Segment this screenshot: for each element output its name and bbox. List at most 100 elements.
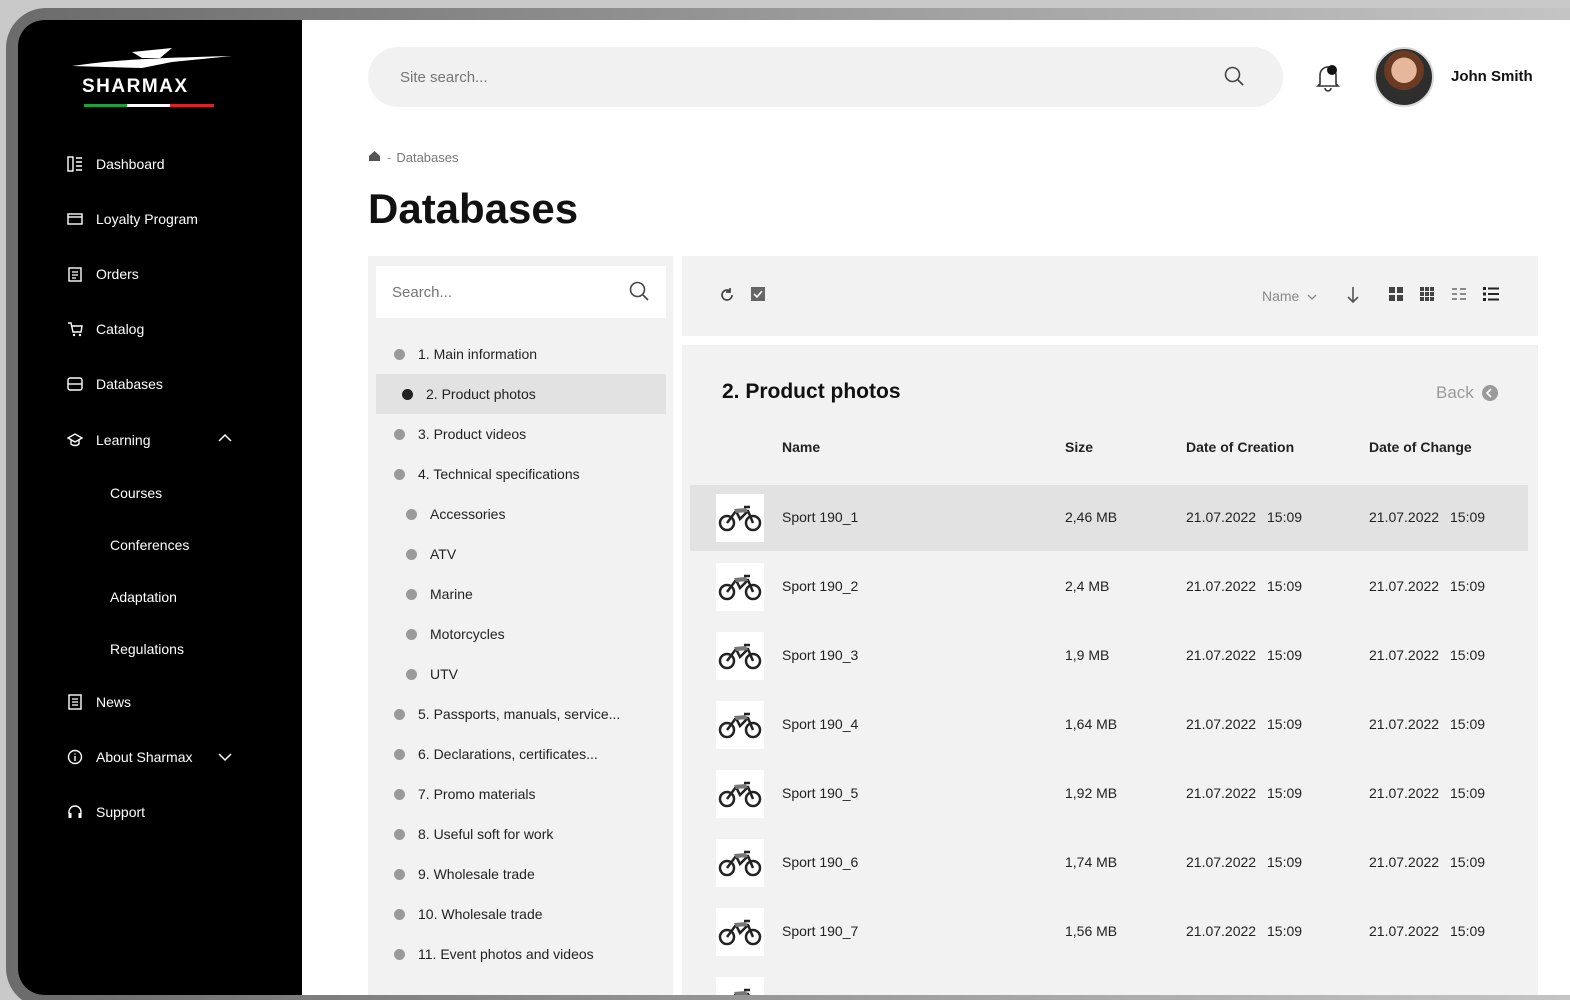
tree-item-label: 1. Main information — [418, 346, 538, 362]
user-name[interactable]: John Smith — [1451, 68, 1533, 85]
file-thumbnail[interactable] — [716, 563, 764, 611]
file-row[interactable]: Sport 190_4 1,64 MB 21.07.2022 15:09 21.07.2… — [690, 692, 1528, 758]
file-thumbnail[interactable] — [716, 977, 764, 995]
file-row[interactable]: Sport 190_2 2,4 MB 21.07.2022 15:09 21.07.20… — [690, 554, 1528, 620]
column-header-size[interactable]: Size — [1065, 439, 1093, 455]
sidebar-item-catalog[interactable]: Catalog — [66, 317, 144, 341]
file-thumbnail[interactable] — [716, 839, 764, 887]
sidebar-subitem-regulations[interactable]: Regulations — [110, 641, 184, 657]
change-date: 21.07.2022 — [1369, 647, 1440, 663]
tree-item[interactable]: Marine — [406, 574, 473, 614]
sidebar-subitem-conferences[interactable]: Conferences — [110, 537, 189, 553]
tree-item[interactable]: 10. Wholesale trade — [394, 894, 543, 934]
sidebar-item-dashboard[interactable]: Dashboard — [66, 152, 165, 176]
tree-item[interactable]: 4. Technical specifications — [394, 454, 580, 494]
tree-item[interactable]: 1. Main information — [394, 334, 537, 374]
sidebar: SHARMAX Dashboard Loyalty Program Orders — [18, 20, 302, 995]
column-header-date-change[interactable]: Date of Change — [1369, 439, 1472, 455]
file-thumbnail[interactable] — [716, 770, 764, 818]
file-size: 1,74 MB — [1065, 854, 1118, 870]
site-search-input[interactable] — [400, 68, 1180, 86]
detailed-list-view-icon[interactable] — [1482, 286, 1500, 307]
tree-item[interactable]: 8. Useful soft for work — [394, 814, 553, 854]
chevron-up-icon[interactable] — [218, 430, 232, 446]
sidebar-item-news[interactable]: News — [66, 690, 131, 714]
file-row[interactable]: Sport 190_1 2,46 MB 21.07.2022 15:09 21.07.2… — [690, 485, 1528, 551]
file-row[interactable]: Sport 190_6 1,74 MB 21.07.2022 15:09 21.07.2… — [690, 830, 1528, 896]
change-time: 15:09 — [1450, 647, 1486, 663]
column-header-name[interactable]: Name — [782, 439, 820, 455]
file-row[interactable]: Sport 190_5 1,92 MB 21.07.2022 15:09 21.07.2… — [690, 761, 1528, 827]
file-thumbnail[interactable] — [716, 701, 764, 749]
brand-logo[interactable]: SHARMAX — [72, 46, 232, 116]
sort-dropdown[interactable]: Name — [1262, 288, 1317, 304]
tree-item[interactable]: Motorcycles — [406, 614, 505, 654]
column-header-date-creation[interactable]: Date of Creation — [1186, 439, 1294, 455]
tree-item-label: 10. Wholesale trade — [418, 906, 543, 922]
refresh-icon[interactable] — [718, 286, 736, 309]
creation-date: 21.07.2022 — [1186, 578, 1257, 594]
notification-bell-icon[interactable] — [1314, 62, 1342, 97]
tree-item[interactable]: 9. Wholesale trade — [394, 854, 535, 894]
select-checkbox-icon[interactable] — [750, 286, 766, 307]
file-name: Sport 190_2 — [782, 578, 859, 594]
sidebar-item-label: Catalog — [96, 321, 145, 337]
tree-search-box[interactable] — [376, 266, 666, 318]
tree-item[interactable]: UTV — [406, 654, 458, 694]
sidebar-item-learning[interactable]: Learning — [66, 428, 151, 452]
home-icon[interactable] — [368, 150, 381, 165]
graduation-cap-icon — [66, 431, 84, 449]
sort-direction-arrow-icon[interactable] — [1346, 286, 1360, 309]
file-row[interactable]: Sport 190_8 1,8 MB 21.07.2022 15:09 21.07.20… — [690, 968, 1528, 995]
sidebar-subitem-courses[interactable]: Courses — [110, 485, 162, 501]
creation-time: 15:09 — [1267, 854, 1303, 870]
site-search-bar[interactable] — [368, 47, 1283, 107]
sidebar-item-orders[interactable]: Orders — [66, 262, 139, 286]
file-thumbnail[interactable] — [716, 494, 764, 542]
user-avatar[interactable] — [1374, 47, 1434, 107]
change-time: 15:09 — [1450, 509, 1486, 525]
sidebar-subitem-adaptation[interactable]: Adaptation — [110, 589, 177, 605]
tree-item[interactable]: Accessories — [406, 494, 505, 534]
tree-item[interactable]: 11. Event photos and videos — [394, 934, 594, 974]
sidebar-item-support[interactable]: Support — [66, 800, 145, 824]
bullet-icon — [406, 628, 417, 640]
breadcrumb: - Databases — [368, 150, 459, 165]
back-button[interactable]: Back — [1436, 383, 1498, 403]
motorcycle-image-icon — [718, 568, 762, 607]
file-toolbar: Name — [682, 256, 1538, 336]
tree-item[interactable]: 6. Declarations, certificates... — [394, 734, 598, 774]
file-name: Sport 190_7 — [782, 923, 859, 939]
change-time: 15:09 — [1450, 578, 1486, 594]
change-time: 15:09 — [1450, 992, 1485, 995]
sidebar-item-loyalty-program[interactable]: Loyalty Program — [66, 207, 198, 231]
tree-item-label: 2. Product photos — [426, 386, 536, 402]
file-size: 2,46 MB — [1065, 509, 1118, 525]
tree-item-label: 9. Wholesale trade — [418, 866, 535, 882]
compact-list-view-icon[interactable] — [1451, 286, 1467, 307]
tree-item[interactable]: 7. Promo materials — [394, 774, 535, 814]
sidebar-item-about-sharmax[interactable]: About Sharmax — [66, 745, 193, 769]
chevron-down-icon[interactable] — [218, 749, 232, 765]
file-thumbnail[interactable] — [716, 632, 764, 680]
small-grid-view-icon[interactable] — [1419, 286, 1435, 307]
large-grid-view-icon[interactable] — [1388, 286, 1404, 307]
tree-item[interactable]: ATV — [406, 534, 456, 574]
tree-item[interactable]: 2. Product photos — [376, 374, 666, 414]
sidebar-item-databases[interactable]: Databases — [66, 372, 163, 396]
file-thumbnail[interactable] — [716, 908, 764, 956]
tree-item-label: Accessories — [430, 506, 506, 522]
tree-item[interactable]: 3. Product videos — [394, 414, 526, 454]
search-icon[interactable] — [1223, 65, 1245, 92]
search-icon[interactable] — [628, 280, 650, 307]
file-list-panel: 2. Product photos Back Name Size Date of… — [682, 345, 1538, 995]
breadcrumb-separator: - — [387, 150, 392, 165]
tree-search-input[interactable] — [392, 283, 612, 301]
motorcycle-image-icon — [718, 637, 762, 676]
tree-item[interactable]: 5. Passports, manuals, service... — [394, 694, 620, 734]
file-row[interactable]: Sport 190_3 1,9 MB 21.07.2022 15:09 21.07.20… — [690, 623, 1528, 689]
sidebar-item-label: About Sharmax — [96, 749, 193, 765]
sidebar-item-label: Orders — [96, 266, 139, 282]
file-row[interactable]: Sport 190_7 1,56 MB 21.07.2022 15:09 21.07.2… — [690, 899, 1528, 965]
file-name: Sport 190_4 — [782, 716, 859, 732]
